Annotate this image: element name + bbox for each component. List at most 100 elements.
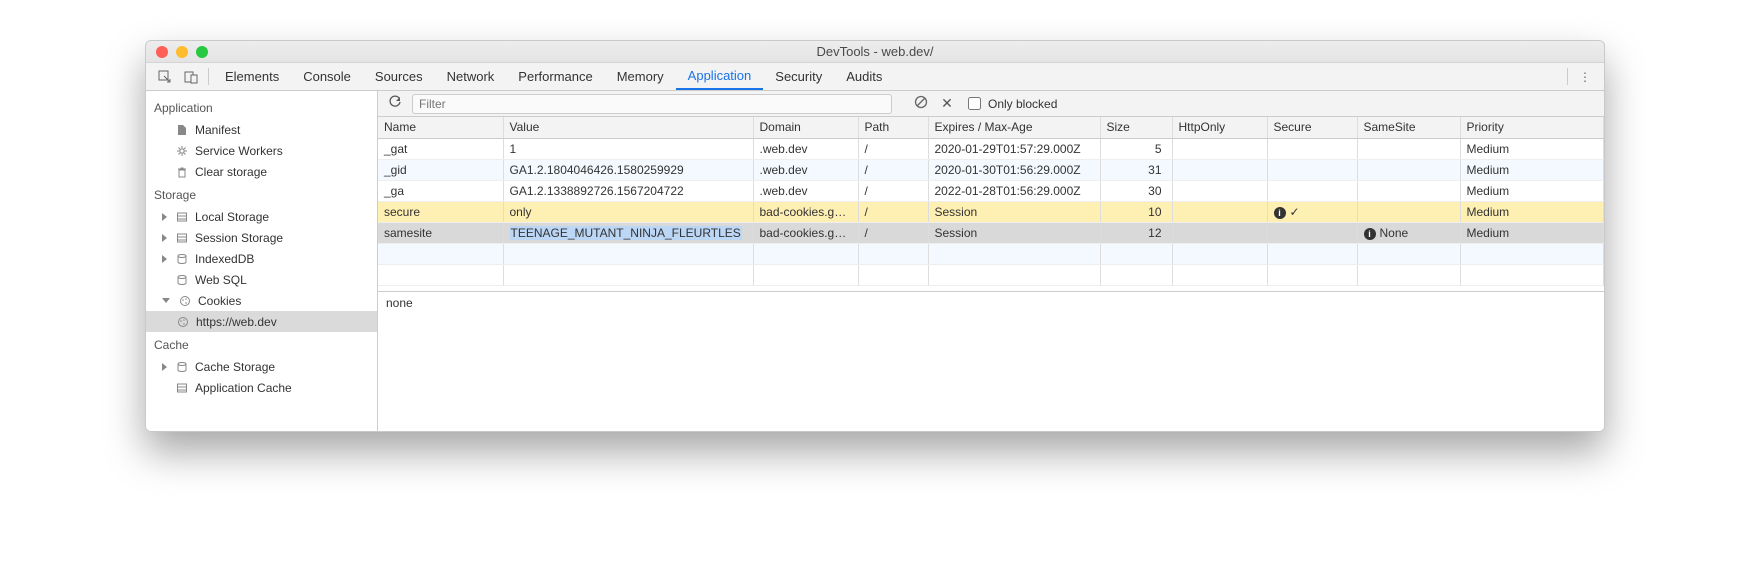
table-row[interactable]: _gidGA1.2.1804046426.1580259929.web.dev/… [378, 159, 1604, 180]
table-row[interactable]: _gat1.web.dev/2020-01-29T01:57:29.000Z5 M… [378, 138, 1604, 159]
table-cell[interactable]: .web.dev [753, 138, 858, 159]
table-cell[interactable] [1357, 180, 1460, 201]
table-cell[interactable] [1172, 201, 1267, 222]
table-row[interactable]: secureonlybad-cookies.g…/Session10 i✓ Medi… [378, 201, 1604, 222]
tab-security[interactable]: Security [763, 63, 834, 90]
table-cell[interactable]: Session [928, 222, 1100, 243]
column-header[interactable]: Priority [1460, 117, 1604, 138]
table-cell[interactable]: 5 [1100, 138, 1172, 159]
table-cell[interactable]: GA1.2.1804046426.1580259929 [503, 159, 753, 180]
table-cell[interactable]: / [858, 180, 928, 201]
more-options-icon[interactable]: ⋮ [1572, 63, 1598, 90]
tab-performance[interactable]: Performance [506, 63, 604, 90]
table-cell[interactable]: Medium [1460, 138, 1604, 159]
sidebar-item-web-sql[interactable]: Web SQL [146, 269, 377, 290]
inspect-element-icon[interactable] [152, 63, 178, 90]
tab-elements[interactable]: Elements [213, 63, 291, 90]
table-cell[interactable]: 2022-01-28T01:56:29.000Z [928, 180, 1100, 201]
column-header[interactable]: Secure [1267, 117, 1357, 138]
sidebar-item-clear-storage[interactable]: Clear storage [146, 161, 377, 182]
disclosure-triangle-icon[interactable] [162, 363, 167, 371]
table-cell[interactable] [1172, 138, 1267, 159]
sidebar-item-manifest[interactable]: Manifest [146, 119, 377, 140]
table-cell[interactable]: 12 [1100, 222, 1172, 243]
column-header[interactable]: HttpOnly [1172, 117, 1267, 138]
tab-application[interactable]: Application [676, 63, 764, 90]
disclosure-triangle-icon[interactable] [162, 298, 170, 303]
table-cell[interactable]: 30 [1100, 180, 1172, 201]
column-header[interactable]: Path [858, 117, 928, 138]
column-header[interactable]: Value [503, 117, 753, 138]
maximize-window-button[interactable] [196, 46, 208, 58]
table-cell[interactable] [1172, 180, 1267, 201]
only-blocked-checkbox[interactable]: Only blocked [964, 94, 1057, 113]
sidebar-item-indexeddb[interactable]: IndexedDB [146, 248, 377, 269]
table-cell[interactable]: samesite [378, 222, 503, 243]
table-cell[interactable] [1267, 180, 1357, 201]
table-cell[interactable]: 2020-01-30T01:56:29.000Z [928, 159, 1100, 180]
table-cell[interactable]: Medium [1460, 201, 1604, 222]
table-cell[interactable]: _gat [378, 138, 503, 159]
close-window-button[interactable] [156, 46, 168, 58]
table-cell[interactable]: Medium [1460, 159, 1604, 180]
table-cell[interactable]: / [858, 201, 928, 222]
column-header[interactable]: Name [378, 117, 503, 138]
tab-audits[interactable]: Audits [834, 63, 894, 90]
table-cell[interactable]: / [858, 138, 928, 159]
tab-memory[interactable]: Memory [605, 63, 676, 90]
tab-network[interactable]: Network [435, 63, 507, 90]
table-cell[interactable]: Medium [1460, 180, 1604, 201]
table-cell[interactable] [1357, 159, 1460, 180]
table-cell[interactable]: .web.dev [753, 159, 858, 180]
table-cell[interactable]: bad-cookies.g… [753, 201, 858, 222]
table-cell[interactable]: Medium [1460, 222, 1604, 243]
table-cell[interactable]: 2020-01-29T01:57:29.000Z [928, 138, 1100, 159]
table-cell[interactable] [1357, 201, 1460, 222]
sidebar-item-cache-storage[interactable]: Cache Storage [146, 356, 377, 377]
table-cell[interactable]: GA1.2.1338892726.1567204722 [503, 180, 753, 201]
table-cell[interactable]: secure [378, 201, 503, 222]
disclosure-triangle-icon[interactable] [162, 255, 167, 263]
column-header[interactable]: SameSite [1357, 117, 1460, 138]
column-header[interactable]: Expires / Max-Age [928, 117, 1100, 138]
column-header[interactable]: Domain [753, 117, 858, 138]
sidebar-item-service-workers[interactable]: Service Workers [146, 140, 377, 161]
cookies-grid[interactable]: NameValueDomainPathExpires / Max-AgeSize… [378, 117, 1604, 291]
column-header[interactable]: Size [1100, 117, 1172, 138]
table-cell[interactable]: only [503, 201, 753, 222]
clear-all-icon[interactable] [912, 95, 930, 112]
table-cell[interactable]: .web.dev [753, 180, 858, 201]
disclosure-triangle-icon[interactable] [162, 234, 167, 242]
table-row[interactable]: _gaGA1.2.1338892726.1567204722.web.dev/2… [378, 180, 1604, 201]
table-cell[interactable]: iNone [1357, 222, 1460, 243]
table-cell[interactable] [1172, 222, 1267, 243]
table-cell[interactable]: _ga [378, 180, 503, 201]
table-cell[interactable] [1267, 138, 1357, 159]
only-blocked-input[interactable] [968, 97, 981, 110]
table-cell[interactable]: bad-cookies.g… [753, 222, 858, 243]
table-cell[interactable]: / [858, 222, 928, 243]
refresh-icon[interactable] [386, 95, 404, 112]
sidebar-item-cookies[interactable]: Cookies [146, 290, 377, 311]
minimize-window-button[interactable] [176, 46, 188, 58]
table-cell[interactable] [1267, 222, 1357, 243]
table-cell[interactable]: i✓ [1267, 201, 1357, 222]
sidebar-item-session-storage[interactable]: Session Storage [146, 227, 377, 248]
table-cell[interactable]: 1 [503, 138, 753, 159]
tab-sources[interactable]: Sources [363, 63, 435, 90]
device-toolbar-icon[interactable] [178, 63, 204, 90]
disclosure-triangle-icon[interactable] [162, 213, 167, 221]
sidebar-item-local-storage[interactable]: Local Storage [146, 206, 377, 227]
table-cell[interactable]: 31 [1100, 159, 1172, 180]
table-cell[interactable]: _gid [378, 159, 503, 180]
tab-console[interactable]: Console [291, 63, 363, 90]
sidebar-item-cookie-origin[interactable]: https://web.dev [146, 311, 377, 332]
table-cell[interactable]: Session [928, 201, 1100, 222]
table-cell[interactable] [1172, 159, 1267, 180]
table-cell[interactable]: / [858, 159, 928, 180]
table-cell[interactable]: TEENAGE_MUTANT_NINJA_FLEURTLES [503, 222, 753, 243]
table-cell[interactable]: 10 [1100, 201, 1172, 222]
table-cell[interactable] [1357, 138, 1460, 159]
table-row[interactable]: samesiteTEENAGE_MUTANT_NINJA_FLEURTLESba… [378, 222, 1604, 243]
delete-selected-icon[interactable]: ✕ [938, 95, 956, 112]
